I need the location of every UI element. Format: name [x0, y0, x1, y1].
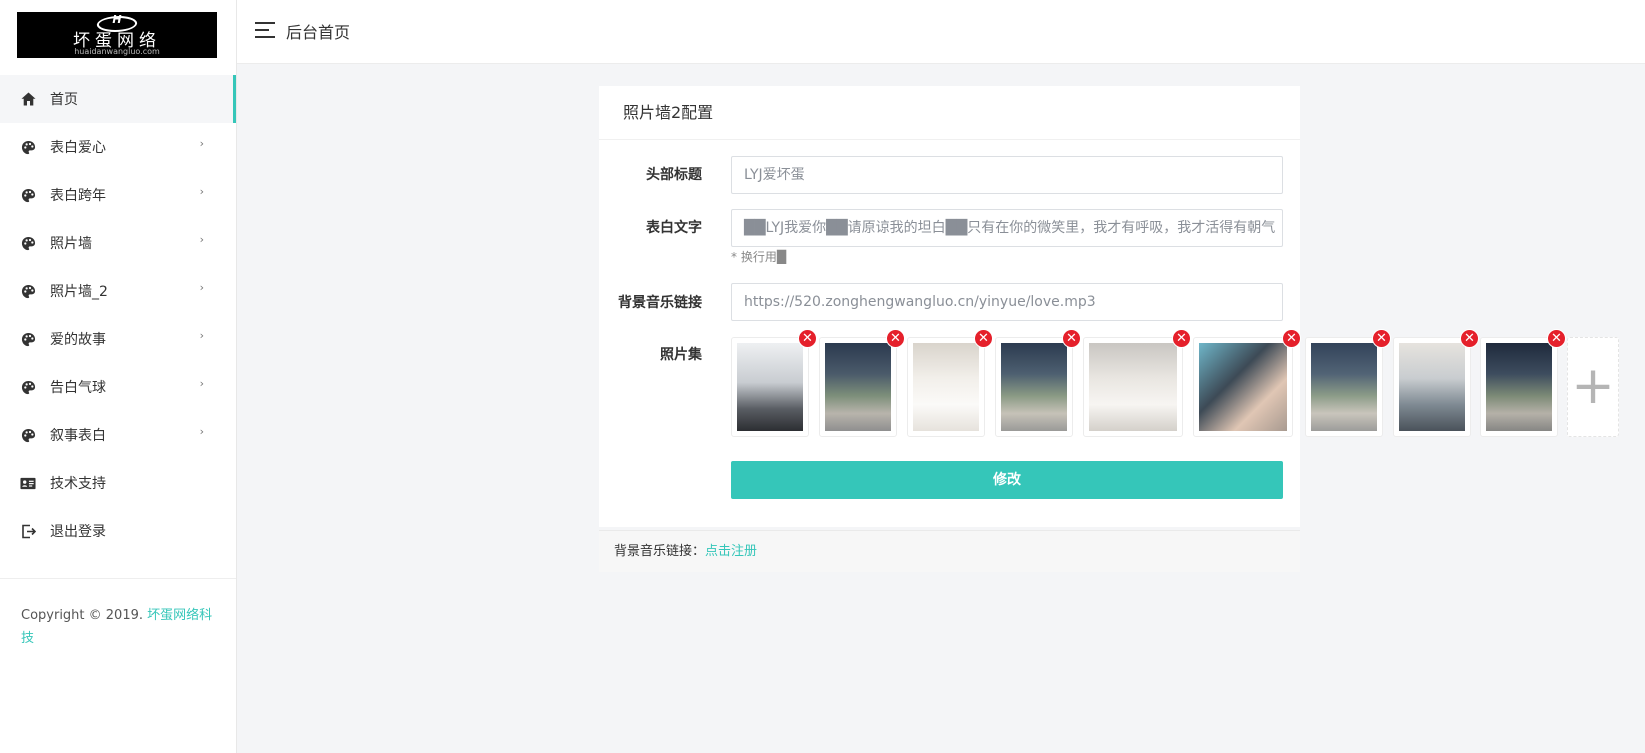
- chevron-right-icon: ›: [199, 233, 204, 246]
- remove-photo-icon[interactable]: ✕: [1172, 329, 1191, 348]
- palette-icon: [20, 235, 36, 251]
- register-link[interactable]: 点击注册: [705, 544, 757, 559]
- photo-image: [1001, 343, 1067, 431]
- photo-image: [825, 343, 891, 431]
- confession-text-hint: * 换行用█: [731, 250, 787, 264]
- menu-toggle-icon[interactable]: [255, 22, 275, 38]
- sidebar-item-label: 叙事表白: [50, 428, 106, 444]
- remove-photo-icon[interactable]: ✕: [886, 329, 905, 348]
- sidebar-item-tech-support[interactable]: 技术支持: [0, 459, 236, 507]
- sidebar-nav: 首页 表白爱心 › 表白跨年 › 照片墙 › 照片墙_2 › 爱的故事 › 告白…: [0, 75, 236, 555]
- card-title: 照片墙2配置: [599, 86, 1300, 140]
- copyright-text: Copyright © 2019.: [21, 608, 148, 623]
- add-photo-button[interactable]: +: [1567, 337, 1619, 437]
- chevron-right-icon: ›: [199, 377, 204, 390]
- photo-thumbnail[interactable]: ✕: [1193, 329, 1301, 437]
- logo-emblem-text: H: [112, 13, 122, 26]
- page-title: 后台首页: [286, 23, 351, 42]
- photo-image: [737, 343, 803, 431]
- header-title-input[interactable]: LYJ爱坏蛋: [731, 156, 1283, 194]
- id-card-icon: [20, 475, 36, 491]
- sidebar-item-confession-newyear[interactable]: 表白跨年 ›: [0, 171, 236, 219]
- photo-image: [1089, 343, 1177, 431]
- config-card: 照片墙2配置 头部标题 LYJ爱坏蛋 表白文字 ██LYJ我爱你██请原谅我的坦…: [599, 86, 1619, 527]
- photo-thumbnail[interactable]: ✕: [731, 329, 817, 437]
- photo-thumbnail[interactable]: ✕: [1393, 329, 1479, 437]
- sidebar-item-label: 照片墙: [50, 236, 92, 252]
- photo-thumbnail[interactable]: ✕: [995, 329, 1081, 437]
- logo[interactable]: H 坏蛋网络 huaidanwangluo.com: [17, 12, 217, 58]
- remove-photo-icon[interactable]: ✕: [798, 329, 817, 348]
- sidebar-item-label: 首页: [50, 92, 78, 108]
- sidebar-item-balloon[interactable]: 告白气球 ›: [0, 363, 236, 411]
- sidebar-item-label: 告白气球: [50, 380, 106, 396]
- photo-image: [1199, 343, 1287, 431]
- remove-photo-icon[interactable]: ✕: [1547, 329, 1566, 348]
- top-header: 后台首页: [237, 0, 1645, 64]
- photo-thumbnail[interactable]: ✕: [1480, 329, 1566, 437]
- music-url-label: 背景音乐链接: [618, 295, 702, 311]
- photo-image: [1311, 343, 1377, 431]
- remove-photo-icon[interactable]: ✕: [1282, 329, 1301, 348]
- sidebar-item-home[interactable]: 首页: [0, 75, 236, 123]
- logo-subtext: huaidanwangluo.com: [74, 47, 160, 56]
- copyright: Copyright © 2019. 坏蛋网络科技: [21, 604, 221, 650]
- footer-label: 背景音乐链接：: [614, 544, 706, 559]
- confession-text-label: 表白文字: [646, 220, 702, 236]
- photo-thumbnail[interactable]: ✕: [1083, 329, 1191, 437]
- confession-text-input[interactable]: ██LYJ我爱你██请原谅我的坦白██只有在你的微笑里，我才有呼吸，我才活得有朝…: [731, 209, 1283, 247]
- palette-icon: [20, 139, 36, 155]
- palette-icon: [20, 427, 36, 443]
- chevron-right-icon: ›: [199, 281, 204, 294]
- sidebar-item-love-story[interactable]: 爱的故事 ›: [0, 315, 236, 363]
- remove-photo-icon[interactable]: ✕: [1372, 329, 1391, 348]
- sidebar-item-label: 表白爱心: [50, 140, 106, 156]
- photo-thumbnail[interactable]: ✕: [819, 329, 905, 437]
- chevron-right-icon: ›: [199, 137, 204, 150]
- sidebar-item-label: 表白跨年: [50, 188, 106, 204]
- palette-icon: [20, 187, 36, 203]
- sidebar-item-label: 爱的故事: [50, 332, 106, 348]
- sidebar-item-label: 退出登录: [50, 524, 106, 540]
- chevron-right-icon: ›: [199, 425, 204, 438]
- sidebar-divider: [0, 578, 236, 579]
- palette-icon: [20, 379, 36, 395]
- home-icon: [20, 91, 36, 107]
- sidebar-item-confession-heart[interactable]: 表白爱心 ›: [0, 123, 236, 171]
- sidebar-item-photo-wall-2[interactable]: 照片墙_2 ›: [0, 267, 236, 315]
- palette-icon: [20, 283, 36, 299]
- sidebar-item-narrative[interactable]: 叙事表白 ›: [0, 411, 236, 459]
- header-title-label: 头部标题: [646, 167, 702, 183]
- chevron-right-icon: ›: [199, 185, 204, 198]
- remove-photo-icon[interactable]: ✕: [974, 329, 993, 348]
- photo-image: [913, 343, 979, 431]
- sidebar-item-label: 技术支持: [50, 476, 106, 492]
- card-footer: 背景音乐链接：点击注册: [599, 530, 1300, 572]
- music-url-input[interactable]: https://520.zonghengwangluo.cn/yinyue/lo…: [731, 283, 1283, 321]
- sidebar: H 坏蛋网络 huaidanwangluo.com 首页 表白爱心 › 表白跨年…: [0, 0, 237, 753]
- chevron-right-icon: ›: [199, 329, 204, 342]
- logout-icon: [20, 523, 36, 539]
- submit-button[interactable]: 修改: [731, 461, 1283, 499]
- photo-image: [1486, 343, 1552, 431]
- photo-thumbnail[interactable]: ✕: [907, 329, 993, 437]
- remove-photo-icon[interactable]: ✕: [1062, 329, 1081, 348]
- sidebar-item-logout[interactable]: 退出登录: [0, 507, 236, 555]
- palette-icon: [20, 331, 36, 347]
- photo-set-label: 照片集: [660, 347, 702, 363]
- sidebar-item-label: 照片墙_2: [50, 284, 108, 300]
- sidebar-item-photo-wall[interactable]: 照片墙 ›: [0, 219, 236, 267]
- remove-photo-icon[interactable]: ✕: [1460, 329, 1479, 348]
- photo-image: [1399, 343, 1465, 431]
- photo-thumbnail[interactable]: ✕: [1305, 329, 1391, 437]
